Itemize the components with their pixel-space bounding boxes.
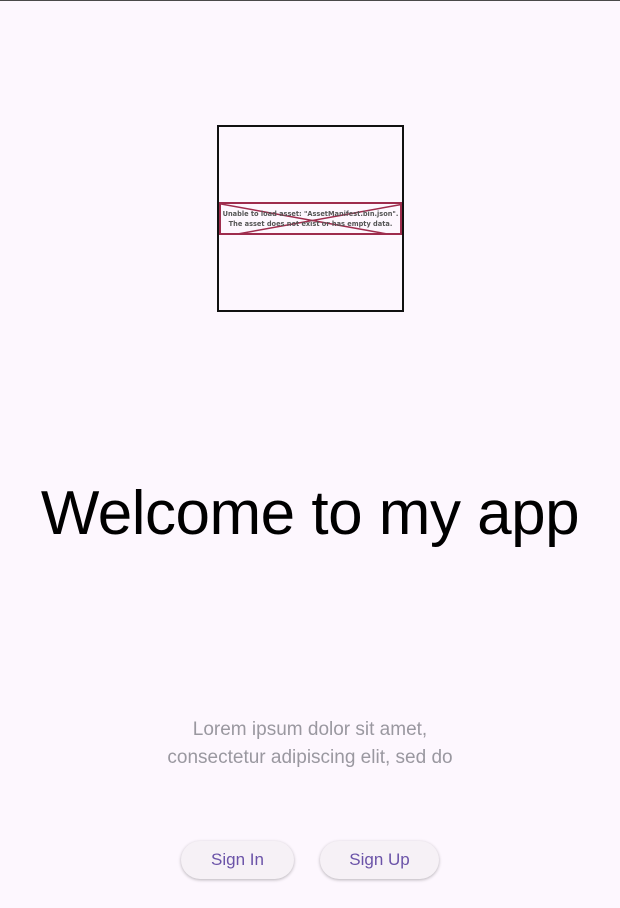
status-divider xyxy=(0,0,620,1)
welcome-title: Welcome to my app xyxy=(40,479,580,548)
asset-error-line-2: The asset does not exist or has empty da… xyxy=(228,220,393,228)
asset-error-message: Unable to load asset: "AssetManifest.bin… xyxy=(221,209,400,229)
welcome-subtitle-line-1: Lorem ipsum dolor sit amet, xyxy=(192,719,428,740)
welcome-subtitle-line-2: consectetur adipiscing elit, sed do xyxy=(167,747,453,768)
asset-error-box: Unable to load asset: "AssetManifest.bin… xyxy=(219,202,402,235)
welcome-subtitle: Lorem ipsum dolor sit amet, consectetur … xyxy=(0,716,620,772)
asset-error-line-1: Unable to load asset: "AssetManifest.bin… xyxy=(222,210,399,218)
sign-up-button[interactable]: Sign Up xyxy=(320,841,439,879)
app-logo-placeholder: Unable to load asset: "AssetManifest.bin… xyxy=(217,125,404,312)
sign-in-button[interactable]: Sign In xyxy=(181,841,294,879)
